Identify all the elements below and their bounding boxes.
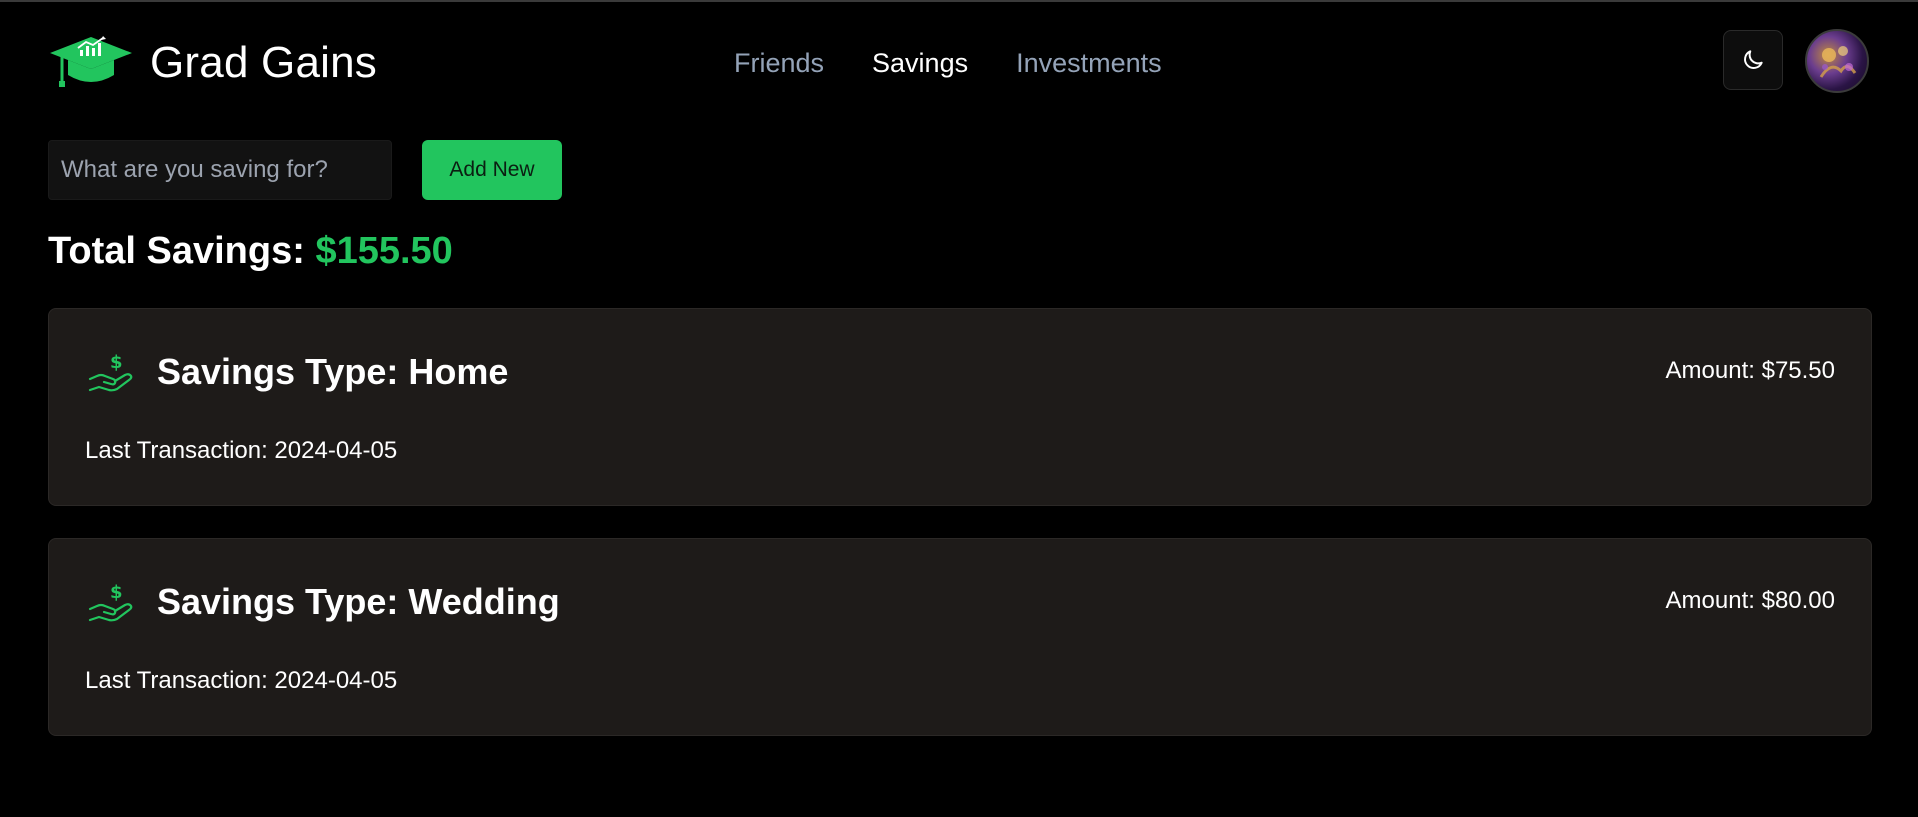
graduation-cap-chart-icon	[50, 36, 132, 87]
total-savings-label: Total Savings:	[48, 230, 305, 272]
savings-card[interactable]: $ Savings Type: Home Amount: $75.50 Last…	[48, 308, 1872, 506]
svg-text:$: $	[110, 582, 123, 603]
window-top-border	[0, 0, 1918, 2]
avatar-image	[1819, 46, 1857, 78]
savings-type-title: Savings Type: Wedding	[157, 581, 560, 622]
hand-holding-dollar-icon: $	[88, 582, 133, 622]
user-avatar[interactable]	[1805, 29, 1869, 93]
total-savings: Total Savings: $155.50	[48, 230, 453, 273]
total-savings-amount: $155.50	[315, 230, 453, 272]
app-header: Grad Gains Friends Savings Investments	[48, 29, 1872, 96]
theme-toggle-button[interactable]	[1723, 30, 1783, 90]
last-transaction: Last Transaction: 2024-04-05	[85, 667, 398, 694]
saving-goal-input[interactable]	[48, 140, 392, 200]
savings-amount: Amount: $80.00	[1665, 587, 1835, 614]
savings-type-title: Savings Type: Home	[157, 351, 509, 392]
hand-holding-dollar-icon: $	[88, 352, 133, 392]
nav-savings[interactable]: Savings	[872, 48, 968, 79]
brand[interactable]: Grad Gains	[48, 30, 377, 96]
nav-friends[interactable]: Friends	[734, 48, 824, 79]
main-nav: Friends Savings Investments	[734, 30, 1162, 96]
savings-amount: Amount: $75.50	[1665, 357, 1835, 384]
savings-card[interactable]: $ Savings Type: Wedding Amount: $80.00 L…	[48, 538, 1872, 736]
nav-investments[interactable]: Investments	[1016, 48, 1162, 79]
add-new-button[interactable]: Add New	[422, 140, 562, 200]
moon-icon	[1744, 50, 1763, 69]
app-name: Grad Gains	[150, 38, 377, 87]
svg-text:$: $	[110, 352, 123, 373]
last-transaction: Last Transaction: 2024-04-05	[85, 437, 398, 464]
